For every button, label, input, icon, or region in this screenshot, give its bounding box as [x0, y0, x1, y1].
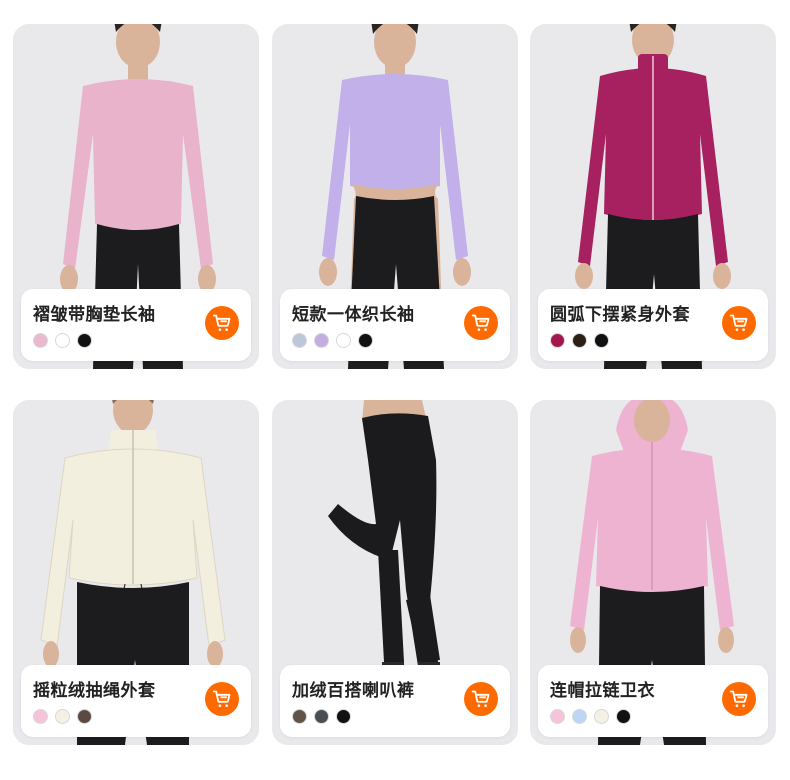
color-swatches [292, 333, 373, 348]
color-swatch[interactable] [594, 333, 609, 348]
color-swatch[interactable] [292, 333, 307, 348]
product-title[interactable]: 圆弧下摆紧身外套 [550, 300, 690, 325]
add-to-cart-button[interactable] [464, 682, 498, 716]
product-title[interactable]: 褶皱带胸垫长袖 [33, 300, 156, 325]
color-swatch[interactable] [550, 333, 565, 348]
color-swatch[interactable] [336, 709, 351, 724]
add-to-cart-button[interactable] [205, 306, 239, 340]
product-grid: 褶皱带胸垫长袖 短款一体织长袖 圆弧下摆紧身外套 摇粒绒抽绳外套 加绒百搭喇叭裤… [0, 0, 790, 780]
color-swatch[interactable] [336, 333, 351, 348]
cart-icon [212, 314, 231, 331]
color-swatch[interactable] [33, 333, 48, 348]
product-card[interactable]: 褶皱带胸垫长袖 [13, 24, 259, 369]
cart-icon [729, 690, 748, 707]
product-title[interactable]: 短款一体织长袖 [292, 300, 415, 325]
add-to-cart-button[interactable] [464, 306, 498, 340]
color-swatches [550, 709, 631, 724]
add-to-cart-button[interactable] [722, 682, 756, 716]
color-swatch[interactable] [314, 709, 329, 724]
color-swatches [550, 333, 609, 348]
add-to-cart-button[interactable] [722, 306, 756, 340]
cart-icon [471, 690, 490, 707]
color-swatches [292, 709, 351, 724]
product-info-panel: 褶皱带胸垫长袖 [21, 289, 251, 361]
color-swatch[interactable] [616, 709, 631, 724]
product-info-panel: 圆弧下摆紧身外套 [538, 289, 768, 361]
add-to-cart-button[interactable] [205, 682, 239, 716]
product-info-panel: 连帽拉链卫衣 [538, 665, 768, 737]
color-swatch[interactable] [314, 333, 329, 348]
color-swatch[interactable] [55, 709, 70, 724]
color-swatches [33, 709, 92, 724]
product-info-panel: 加绒百搭喇叭裤 [280, 665, 510, 737]
product-title[interactable]: 加绒百搭喇叭裤 [292, 676, 415, 701]
color-swatch[interactable] [572, 709, 587, 724]
color-swatch[interactable] [77, 709, 92, 724]
color-swatch[interactable] [55, 333, 70, 348]
color-swatch[interactable] [33, 709, 48, 724]
color-swatch[interactable] [77, 333, 92, 348]
product-title[interactable]: 摇粒绒抽绳外套 [33, 676, 156, 701]
cart-icon [729, 314, 748, 331]
cart-icon [212, 690, 231, 707]
color-swatches [33, 333, 92, 348]
product-card[interactable]: 连帽拉链卫衣 [530, 400, 776, 745]
color-swatch[interactable] [594, 709, 609, 724]
product-title[interactable]: 连帽拉链卫衣 [550, 676, 655, 701]
product-card[interactable]: 加绒百搭喇叭裤 [272, 400, 518, 745]
product-card[interactable]: 圆弧下摆紧身外套 [530, 24, 776, 369]
color-swatch[interactable] [358, 333, 373, 348]
color-swatch[interactable] [550, 709, 565, 724]
product-info-panel: 短款一体织长袖 [280, 289, 510, 361]
color-swatch[interactable] [572, 333, 587, 348]
color-swatch[interactable] [292, 709, 307, 724]
product-card[interactable]: 摇粒绒抽绳外套 [13, 400, 259, 745]
cart-icon [471, 314, 490, 331]
product-info-panel: 摇粒绒抽绳外套 [21, 665, 251, 737]
product-card[interactable]: 短款一体织长袖 [272, 24, 518, 369]
